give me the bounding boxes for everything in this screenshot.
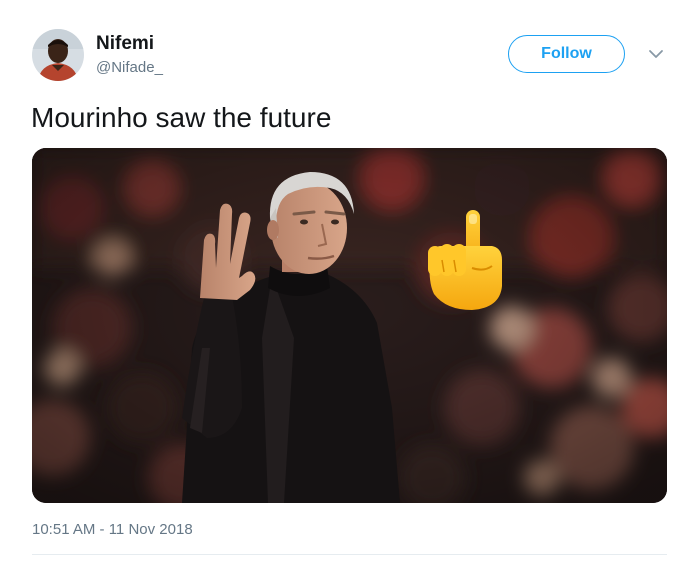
chevron-down-icon[interactable]: [648, 47, 664, 61]
tweet-timestamp[interactable]: 10:51 AM - 11 Nov 2018: [32, 521, 193, 539]
photo-image: [32, 148, 667, 503]
tweet-card: Nifemi @Nifade_ Follow Mourinho saw the …: [0, 0, 700, 561]
divider: [32, 554, 667, 555]
display-name[interactable]: Nifemi: [96, 33, 154, 55]
user-handle[interactable]: @Nifade_: [96, 59, 163, 77]
tweet-text: Mourinho saw the future: [31, 102, 332, 133]
avatar-image: [32, 29, 84, 81]
avatar[interactable]: [32, 29, 84, 81]
follow-button[interactable]: Follow: [508, 35, 625, 73]
tweet-photo[interactable]: [32, 148, 667, 503]
